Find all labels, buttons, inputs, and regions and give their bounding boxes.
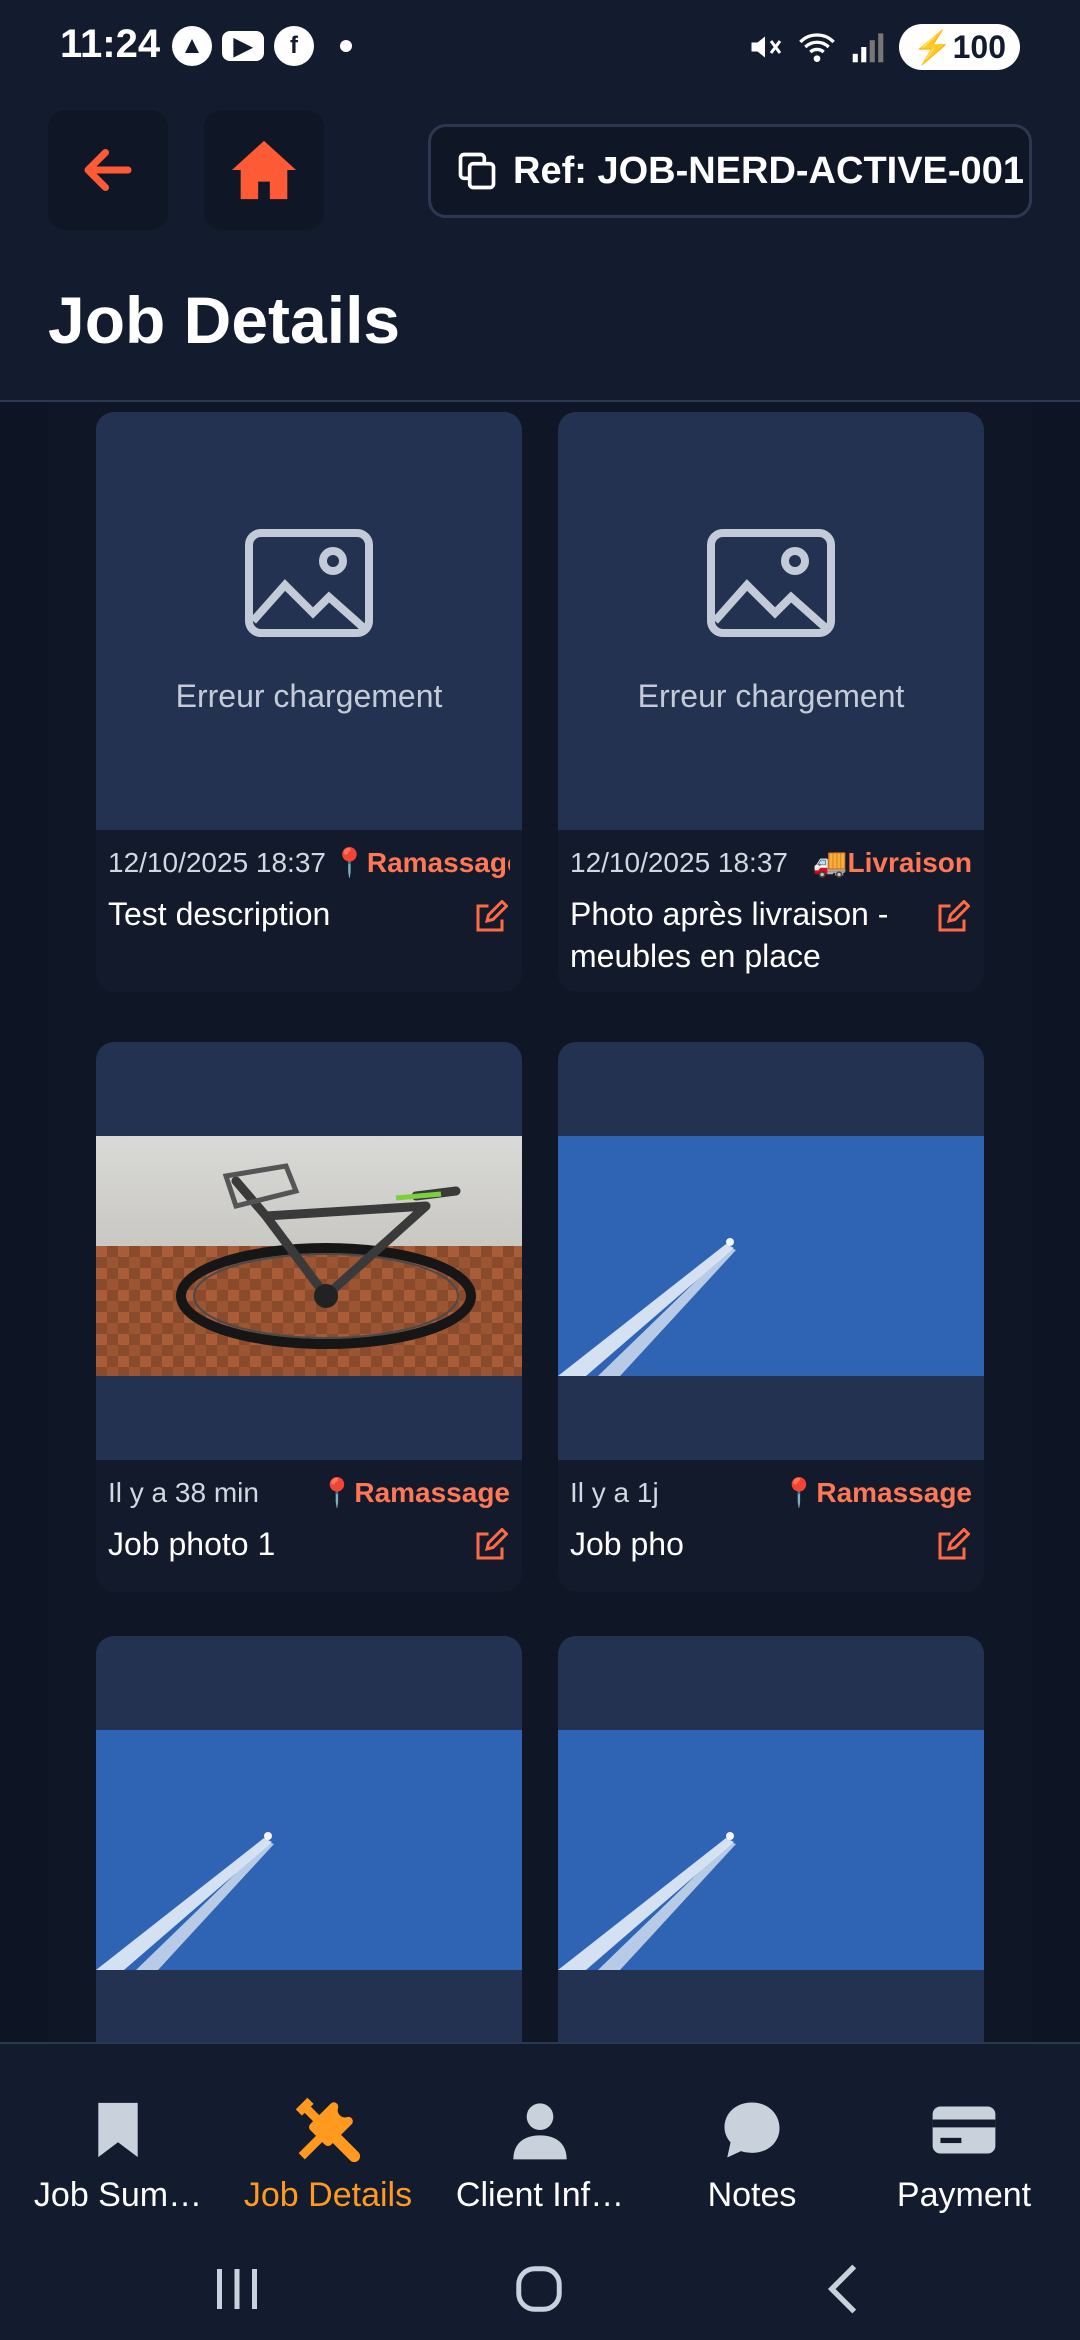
photo-card[interactable]: Erreur chargement 12/10/2025 18:37 📍Rama… bbox=[96, 412, 522, 992]
more-notifications-dot bbox=[340, 40, 352, 52]
photo-type-tag: 📍Ramassage bbox=[332, 846, 510, 879]
photo-description: Test description bbox=[108, 896, 331, 932]
tab-job-summary[interactable]: Job Sum… bbox=[10, 2094, 226, 2215]
tab-label: Payment bbox=[896, 2176, 1032, 2214]
system-navigation-bar bbox=[0, 2256, 1080, 2340]
system-status: ⚡100 bbox=[747, 24, 1020, 70]
photo-thumbnail[interactable] bbox=[558, 1042, 984, 1460]
tab-label: Client Inf… bbox=[455, 2176, 625, 2214]
photo-error-placeholder: Erreur chargement bbox=[96, 412, 522, 830]
sky-photo bbox=[558, 1136, 984, 1376]
image-icon bbox=[245, 528, 373, 637]
photo-error-text: Erreur chargement bbox=[175, 677, 443, 714]
photo-grid[interactable]: Erreur chargement 12/10/2025 18:37 📍Rama… bbox=[48, 402, 1032, 2042]
photo-description: Job photo 1 bbox=[108, 1526, 276, 1562]
edit-icon[interactable] bbox=[472, 1528, 508, 1564]
app-notification-icon: ▲ bbox=[172, 26, 212, 66]
tab-label: Job Details bbox=[243, 2176, 413, 2214]
tab-payment[interactable]: Payment bbox=[856, 2094, 1072, 2215]
system-back-icon[interactable] bbox=[818, 2262, 868, 2316]
photo-thumbnail[interactable] bbox=[558, 1636, 984, 2042]
copy-icon bbox=[458, 152, 496, 190]
photo-meta: 12/10/2025 18:37 📍Ramassage Test descrip… bbox=[96, 830, 522, 935]
photo-description: Photo après livraison - meubles en place bbox=[570, 896, 889, 974]
app-header: Ref: JOB-NERD-ACTIVE-001 Job Details bbox=[0, 96, 1080, 402]
photo-date: Il y a 38 min bbox=[108, 1476, 259, 1508]
photo-error-placeholder: Erreur chargement bbox=[558, 412, 984, 830]
facebook-icon: f bbox=[274, 26, 314, 66]
notification-icons: ▲ ▶ f bbox=[172, 26, 352, 66]
tools-icon bbox=[292, 2094, 364, 2166]
job-reference-copy-button[interactable]: Ref: JOB-NERD-ACTIVE-001 bbox=[428, 124, 1032, 218]
credit-card-icon bbox=[928, 2094, 1000, 2166]
photo-date: Il y a 1j bbox=[570, 1476, 659, 1508]
photo-type-label: Ramassage bbox=[816, 1477, 972, 1508]
page-title: Job Details bbox=[48, 283, 401, 357]
battery-level: 100 bbox=[952, 29, 1006, 65]
photo-thumbnail[interactable] bbox=[96, 1636, 522, 2042]
sky-photo bbox=[96, 1730, 522, 1970]
image-icon bbox=[707, 528, 835, 637]
photo-type-label: Ramassage bbox=[366, 847, 510, 878]
photo-type-label: Ramassage bbox=[354, 1477, 510, 1508]
photo-thumbnail[interactable] bbox=[96, 1042, 522, 1460]
home-button[interactable] bbox=[204, 110, 324, 230]
wifi-icon bbox=[798, 33, 835, 62]
status-bar: 11:24 ▲ ▶ f ⚡100 bbox=[0, 0, 1080, 96]
bottom-navigation: Job Sum… Job Details Client Inf… Notes P… bbox=[0, 2042, 1080, 2340]
photo-error-text: Erreur chargement bbox=[637, 677, 905, 714]
photo-date: 12/10/2025 18:37 bbox=[570, 846, 788, 878]
status-time: 11:24 bbox=[60, 22, 161, 66]
tab-job-details[interactable]: Job Details bbox=[220, 2094, 436, 2215]
sky-photo bbox=[558, 1730, 984, 1970]
arrow-left-icon bbox=[84, 149, 132, 191]
pin-icon: 📍 bbox=[781, 1477, 817, 1508]
battery-indicator: ⚡100 bbox=[898, 24, 1020, 70]
recent-apps-icon[interactable] bbox=[212, 2264, 262, 2314]
youtube-icon: ▶ bbox=[222, 31, 264, 61]
photo-meta: Il y a 1j 📍Ramassage Job pho bbox=[558, 1460, 984, 1565]
pin-icon: 📍 bbox=[319, 1477, 355, 1508]
edit-icon[interactable] bbox=[472, 900, 508, 936]
bicycle-photo bbox=[96, 1136, 522, 1376]
edit-icon[interactable] bbox=[934, 900, 970, 936]
tab-label: Job Sum… bbox=[33, 2176, 203, 2214]
pin-icon: 📍 bbox=[331, 847, 367, 878]
photo-type-tag: 🚚Livraison bbox=[813, 846, 972, 879]
tab-label: Notes bbox=[707, 2176, 797, 2214]
chat-icon bbox=[716, 2094, 788, 2166]
tab-client-info[interactable]: Client Inf… bbox=[432, 2094, 648, 2215]
photo-type-tag: 📍Ramassage bbox=[781, 1476, 972, 1509]
tab-notes[interactable]: Notes bbox=[644, 2094, 860, 2215]
photo-card[interactable] bbox=[96, 1636, 522, 2042]
user-icon bbox=[504, 2094, 576, 2166]
mute-icon bbox=[751, 36, 781, 58]
edit-icon[interactable] bbox=[934, 1528, 970, 1564]
photo-type-tag: 📍Ramassage bbox=[319, 1476, 510, 1509]
photo-meta: Il y a 38 min 📍Ramassage Job photo 1 bbox=[96, 1460, 522, 1565]
photo-description: Job pho bbox=[570, 1526, 684, 1562]
back-button[interactable] bbox=[48, 110, 168, 230]
home-icon bbox=[231, 140, 297, 200]
home-circle-icon[interactable] bbox=[512, 2262, 566, 2316]
bookmark-icon bbox=[82, 2094, 154, 2166]
photo-card[interactable] bbox=[558, 1636, 984, 2042]
photo-card[interactable]: Il y a 38 min 📍Ramassage Job photo 1 bbox=[96, 1042, 522, 1592]
signal-icon bbox=[852, 33, 884, 63]
photo-card[interactable]: Erreur chargement 12/10/2025 18:37 🚚Livr… bbox=[558, 412, 984, 992]
photo-meta: 12/10/2025 18:37 🚚Livraison Photo après … bbox=[558, 830, 984, 977]
photo-type-label: Livraison bbox=[847, 847, 972, 878]
photo-card[interactable]: Il y a 1j 📍Ramassage Job pho bbox=[558, 1042, 984, 1592]
photo-date: 12/10/2025 18:37 bbox=[108, 846, 326, 878]
job-reference-label: Ref: JOB-NERD-ACTIVE-001 bbox=[513, 149, 1024, 192]
truck-icon: 🚚 bbox=[812, 847, 848, 878]
